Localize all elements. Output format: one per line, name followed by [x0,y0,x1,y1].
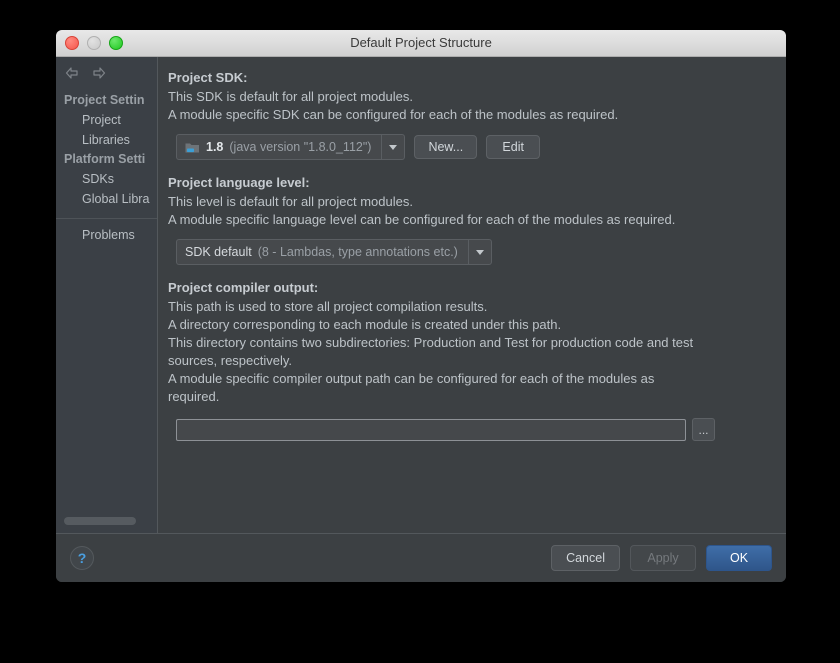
language-level-description-line-2: A module specific language level can be … [168,212,676,227]
maximize-button[interactable] [109,36,123,50]
window-title: Default Project Structure [350,35,492,50]
project-sdk-description-line-2: A module specific SDK can be configured … [168,107,619,122]
new-sdk-button[interactable]: New... [414,135,478,159]
arrow-right-icon[interactable] [91,65,107,81]
project-sdk-name: 1.8 [206,140,224,154]
compiler-output-path-row: ... [176,418,770,441]
language-level-combobox[interactable]: SDK default (8 - Lambdas, type annotatio… [176,239,492,265]
compiler-output-description-line-4: A module specific compiler output path c… [168,371,655,404]
settings-tree: Project Settin Project Libraries Platfor… [56,91,157,533]
compiler-output-heading: Project compiler output: [168,280,319,295]
compiler-output-description-line-3: This directory contains two subdirectori… [168,335,694,368]
cancel-button[interactable]: Cancel [551,545,620,571]
footer-buttons: Cancel Apply OK [551,545,772,571]
project-sdk-controls-row: 1.8 (java version "1.8.0_112") New... Ed… [176,134,770,160]
sidebar-item-project[interactable]: Project [56,110,157,130]
sidebar-divider [56,218,157,219]
sidebar-item-problems[interactable]: Problems [56,225,157,245]
traffic-lights [65,36,123,50]
title-bar: Default Project Structure [56,30,786,57]
chevron-down-icon[interactable] [381,135,404,159]
browse-folder-button[interactable]: ... [692,418,715,441]
sidebar-item-libraries[interactable]: Libraries [56,130,157,150]
apply-button: Apply [630,545,696,571]
language-level-name: SDK default [185,245,252,259]
project-sdk-combobox[interactable]: 1.8 (java version "1.8.0_112") [176,134,406,160]
sidebar-group-project-settings: Project Settin [64,93,145,107]
sidebar-group-platform-settings: Platform Setti [64,152,146,166]
language-level-description-line-1: This level is default for all project mo… [168,194,413,209]
language-level-description: (8 - Lambdas, type annotations etc.) [257,245,458,259]
compiler-output-description-line-2: A directory corresponding to each module… [168,317,562,332]
project-sdk-description-line-1: This SDK is default for all project modu… [168,89,413,104]
sidebar-item-global-libraries[interactable]: Global Libra [56,189,157,209]
ok-button[interactable]: OK [706,545,772,571]
language-level-combobox-value: SDK default (8 - Lambdas, type annotatio… [177,240,468,264]
project-structure-window: Default Project Structure Project Settin [56,30,786,582]
help-button[interactable]: ? [70,546,94,570]
chevron-down-icon[interactable] [467,240,491,264]
compiler-output-description-line-1: This path is used to store all project c… [168,299,488,314]
settings-sidebar: Project Settin Project Libraries Platfor… [56,57,158,533]
settings-content-panel: Project SDK: This SDK is default for all… [158,57,786,533]
project-sdk-combobox-value: 1.8 (java version "1.8.0_112") [177,135,381,159]
language-level-controls-row: SDK default (8 - Lambdas, type annotatio… [176,239,770,265]
compiler-output-path-input[interactable] [176,418,686,441]
jdk-folder-icon [185,141,200,154]
arrow-left-icon[interactable] [64,65,80,81]
sidebar-horizontal-scrollbar[interactable] [64,517,136,525]
dialog-footer: ? Cancel Apply OK [56,533,786,582]
sidebar-nav [56,57,157,91]
language-level-heading: Project language level: [168,175,310,190]
close-button[interactable] [65,36,79,50]
project-sdk-version: (java version "1.8.0_112") [229,140,372,154]
project-sdk-heading: Project SDK: [168,70,248,85]
minimize-button[interactable] [87,36,101,50]
window-body: Project Settin Project Libraries Platfor… [56,57,786,533]
edit-sdk-button[interactable]: Edit [486,135,541,159]
sidebar-item-sdks[interactable]: SDKs [56,169,157,189]
